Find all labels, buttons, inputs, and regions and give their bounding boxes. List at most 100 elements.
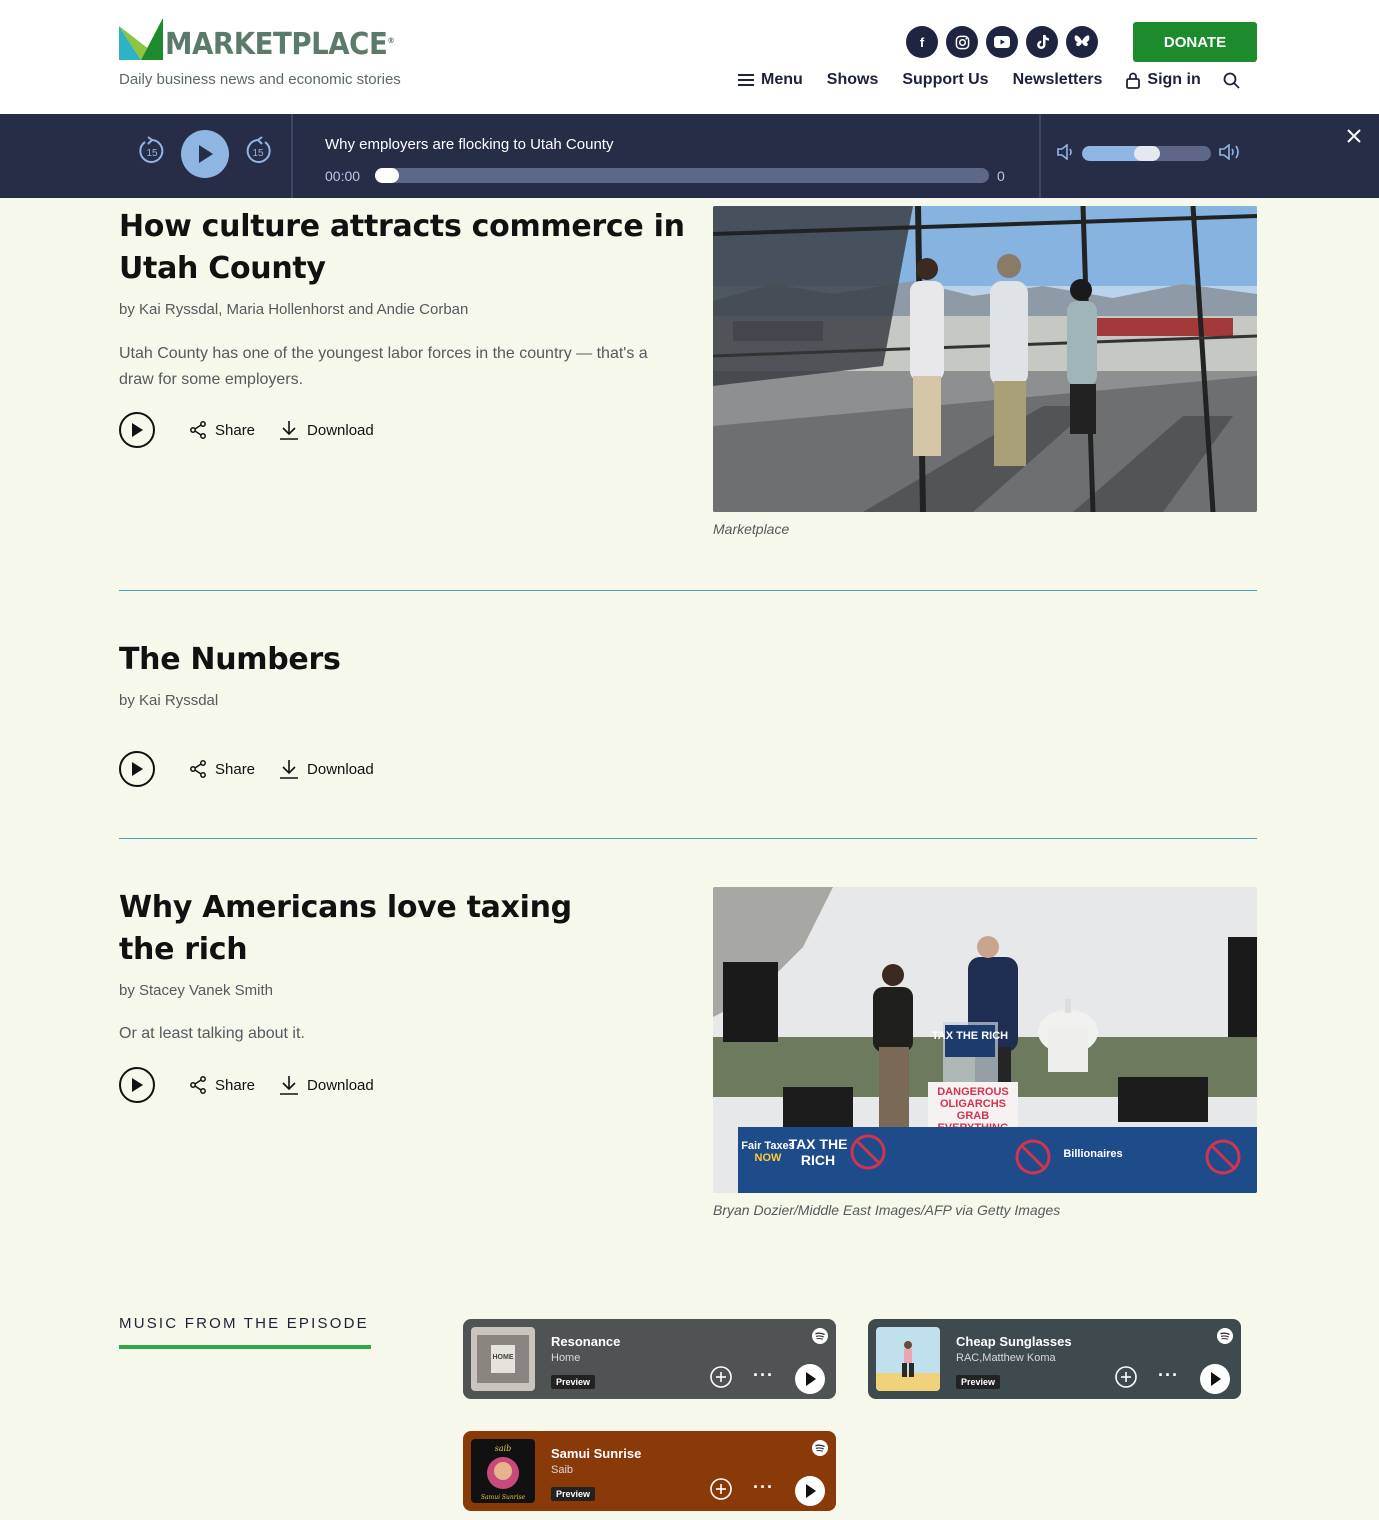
nav-shows[interactable]: Shows [827, 71, 879, 89]
spotify-icon[interactable] [812, 1328, 828, 1349]
nav-sign-in[interactable]: Sign in [1126, 71, 1201, 89]
logo-wordmark: MARKETPLACE® [165, 27, 395, 62]
play-icon [1211, 1372, 1221, 1386]
track-play-button[interactable] [1200, 1364, 1230, 1394]
download-label: Download [307, 1076, 374, 1094]
spotify-track-card[interactable]: Cheap Sunglasses RAC,Matthew Koma Previe… [868, 1319, 1241, 1399]
volume-knob[interactable] [1133, 146, 1160, 161]
site-header: MARKETPLACE® Daily business news and eco… [0, 0, 1379, 114]
story-title[interactable]: Why Americans love taxing the rich [119, 887, 572, 971]
nav-menu[interactable]: Menu [738, 71, 803, 89]
share-icon [190, 1076, 206, 1094]
more-options-icon[interactable]: ··· [753, 1366, 774, 1384]
svg-text:NOW: NOW [755, 1152, 783, 1164]
track-artist: Home [551, 1352, 581, 1364]
add-to-library-icon[interactable] [710, 1366, 732, 1393]
svg-text:DANGEROUS: DANGEROUS [937, 1086, 1009, 1098]
story-actions: Share Download [119, 412, 398, 448]
story-description: Or at least talking about it. [119, 1021, 679, 1047]
album-art: HOME [471, 1327, 535, 1391]
marketplace-logo[interactable]: MARKETPLACE® [119, 18, 414, 60]
player-current-time: 00:00 [325, 168, 361, 184]
progress-knob[interactable] [375, 168, 399, 183]
spotify-icon[interactable] [812, 1440, 828, 1461]
nav-newsletters[interactable]: Newsletters [1013, 71, 1103, 89]
spotify-track-card[interactable]: HOME Resonance Home Preview ··· [463, 1319, 836, 1399]
tiktok-icon[interactable] [1026, 26, 1058, 58]
share-button[interactable]: Share [189, 760, 255, 778]
site-tagline: Daily business news and economic stories [119, 71, 401, 88]
close-icon[interactable] [1346, 128, 1362, 149]
player-divider [291, 114, 293, 198]
play-icon [132, 1078, 143, 1092]
svg-text:RICH: RICH [801, 1152, 835, 1168]
forward-15-icon[interactable]: 15 [243, 136, 273, 166]
photo-caption: Marketplace [713, 521, 790, 537]
facebook-icon[interactable]: f [906, 26, 938, 58]
story-description-line: Utah County has one of the youngest labo… [119, 345, 648, 362]
story-title-line: Why Americans love taxing [119, 890, 572, 925]
svg-text:Fair Taxes: Fair Taxes [741, 1140, 795, 1152]
player-duration: 0 [997, 168, 1005, 184]
volume-slider[interactable] [1082, 146, 1211, 161]
podium-sign-text: TAX THE RICH [932, 1030, 1008, 1042]
volume-up-icon[interactable] [1219, 143, 1243, 165]
add-to-library-icon[interactable] [710, 1478, 732, 1505]
story-play-button[interactable] [119, 412, 155, 448]
story-title-line: The Numbers [119, 642, 341, 677]
download-label: Download [307, 760, 374, 778]
youtube-icon[interactable] [986, 26, 1018, 58]
volume-down-icon[interactable] [1057, 143, 1075, 165]
nav-support-us[interactable]: Support Us [902, 71, 988, 89]
story-play-button[interactable] [119, 751, 155, 787]
download-button[interactable]: Download [279, 420, 374, 440]
track-play-button[interactable] [795, 1476, 825, 1506]
track-artist: Saib [551, 1464, 574, 1476]
share-button[interactable]: Share [189, 421, 255, 439]
story-title[interactable]: How culture attracts commerce in Utah Co… [119, 206, 685, 290]
audio-player: 15 15 Why employers are flocking to Utah… [0, 114, 1379, 198]
spotify-icon[interactable] [1217, 1328, 1233, 1349]
nav-sign-in-label: Sign in [1147, 71, 1201, 88]
track-title: Resonance [551, 1334, 621, 1349]
player-episode-title: Why employers are flocking to Utah Count… [325, 136, 614, 153]
player-progress-bar[interactable] [375, 168, 989, 183]
play-icon [806, 1372, 816, 1386]
play-icon [199, 145, 213, 163]
track-title: Samui Sunrise [551, 1446, 642, 1461]
play-icon [132, 762, 143, 776]
bluesky-icon[interactable] [1066, 26, 1098, 58]
story-photo-utah[interactable] [713, 206, 1257, 512]
search-icon[interactable] [1223, 72, 1240, 89]
share-label: Share [215, 760, 256, 778]
spotify-track-card[interactable]: saib Samui Sunrise Samui Sunrise Saib Pre… [463, 1431, 836, 1511]
story-title-line: How culture attracts commerce in [119, 209, 685, 244]
svg-text:HOME: HOME [493, 1354, 514, 1361]
svg-text:OLIGARCHS: OLIGARCHS [940, 1098, 1006, 1110]
story-description-line: draw for some employers. [119, 371, 304, 388]
share-button[interactable]: Share [189, 1076, 255, 1094]
rewind-seconds: 15 [146, 148, 158, 159]
preview-badge: Preview [551, 1487, 596, 1501]
story-title[interactable]: The Numbers [119, 639, 341, 681]
section-divider [119, 838, 1257, 839]
svg-text:GRAB: GRAB [957, 1110, 989, 1122]
lock-icon [1126, 72, 1141, 89]
instagram-icon[interactable] [946, 26, 978, 58]
download-label: Download [307, 421, 374, 439]
download-button[interactable]: Download [279, 1075, 374, 1095]
player-play-button[interactable] [181, 130, 229, 178]
more-options-icon[interactable]: ··· [753, 1478, 774, 1496]
svg-text:TAX THE: TAX THE [789, 1136, 848, 1152]
story-play-button[interactable] [119, 1067, 155, 1103]
play-icon [132, 423, 143, 437]
more-options-icon[interactable]: ··· [1158, 1366, 1179, 1384]
add-to-library-icon[interactable] [1115, 1366, 1137, 1393]
download-button[interactable]: Download [279, 759, 374, 779]
donate-button[interactable]: DONATE [1133, 22, 1257, 62]
download-icon [280, 1076, 299, 1095]
story-photo-tax-rally[interactable]: TAX THE RICH DANGEROUS OLIGARCHS GRAB EV… [713, 887, 1257, 1193]
track-play-button[interactable] [795, 1364, 825, 1394]
photo-caption: Bryan Dozier/Middle East Images/AFP via … [713, 1202, 1061, 1218]
rewind-15-icon[interactable]: 15 [137, 136, 167, 166]
